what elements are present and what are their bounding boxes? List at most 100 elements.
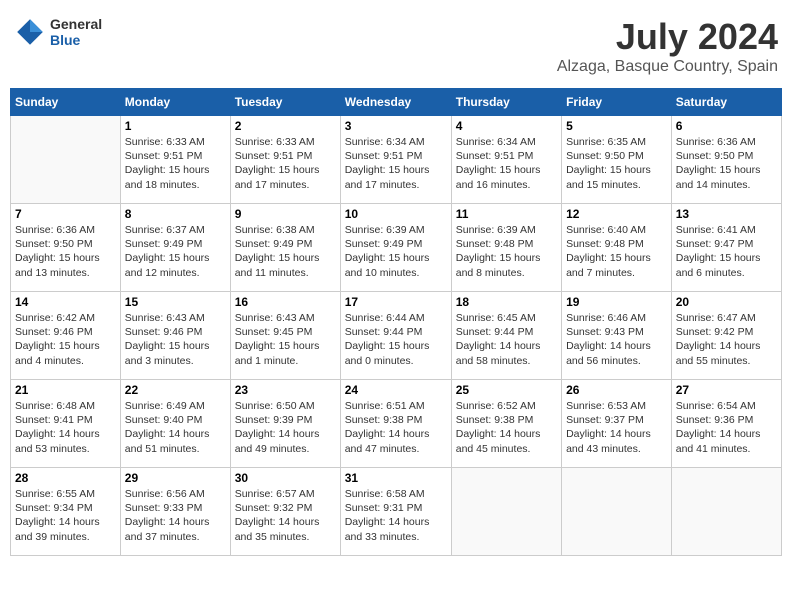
weekday-header-sunday: Sunday <box>11 89 121 116</box>
calendar-cell <box>562 468 672 556</box>
calendar-cell: 9 Sunrise: 6:38 AM Sunset: 9:49 PM Daylig… <box>230 204 340 292</box>
calendar-week-row: 14Sunrise: 6:42 AM Sunset: 9:46 PM Dayli… <box>11 292 782 380</box>
day-number: 7 <box>15 207 116 221</box>
weekday-header-friday: Friday <box>562 89 672 116</box>
day-number: 1 <box>125 119 226 133</box>
day-info: Sunrise: 6:38 AM Sunset: 9:49 PM Dayligh… <box>235 223 336 280</box>
day-number: 15 <box>125 295 226 309</box>
day-info: Sunrise: 6:52 AM Sunset: 9:38 PM Dayligh… <box>456 399 557 456</box>
calendar-cell: 4 Sunrise: 6:34 AM Sunset: 9:51 PM Daylig… <box>451 116 561 204</box>
day-info: Sunrise: 6:48 AM Sunset: 9:41 PM Dayligh… <box>15 399 116 456</box>
day-number: 23 <box>235 383 336 397</box>
calendar-cell: 15 Sunrise: 6:43 AM Sunset: 9:46 PM Dayli… <box>120 292 230 380</box>
day-number: 11 <box>456 207 557 221</box>
logo-icon <box>14 16 46 48</box>
day-info: Sunrise: 6:41 AM Sunset: 9:47 PM Dayligh… <box>676 223 777 280</box>
day-number: 30 <box>235 471 336 485</box>
day-info: Sunrise: 6:50 AM Sunset: 9:39 PM Dayligh… <box>235 399 336 456</box>
day-info: Sunrise: 6:47 AM Sunset: 9:42 PM Dayligh… <box>676 311 777 368</box>
day-number: 4 <box>456 119 557 133</box>
weekday-header-saturday: Saturday <box>671 89 781 116</box>
day-number: 6 <box>676 119 777 133</box>
day-info: Sunrise: 6:40 AM Sunset: 9:48 PM Dayligh… <box>566 223 667 280</box>
calendar-cell: 20 Sunrise: 6:47 AM Sunset: 9:42 PM Dayli… <box>671 292 781 380</box>
day-number: 18 <box>456 295 557 309</box>
day-number: 25 <box>456 383 557 397</box>
calendar-cell: 29 Sunrise: 6:56 AM Sunset: 9:33 PM Dayli… <box>120 468 230 556</box>
calendar-cell: 28 Sunrise: 6:55 AM Sunset: 9:34 PM Dayli… <box>11 468 121 556</box>
calendar-cell <box>11 116 121 204</box>
day-info: Sunrise: 6:43 AM Sunset: 9:45 PM Dayligh… <box>235 311 336 368</box>
day-number: 31 <box>345 471 447 485</box>
day-number: 22 <box>125 383 226 397</box>
logo: General Blue <box>14 16 102 48</box>
calendar-cell: 26 Sunrise: 6:53 AM Sunset: 9:37 PM Dayli… <box>562 380 672 468</box>
day-info: Sunrise: 6:45 AM Sunset: 9:44 PM Dayligh… <box>456 311 557 368</box>
day-number: 3 <box>345 119 447 133</box>
calendar-cell: 14Sunrise: 6:42 AM Sunset: 9:46 PM Dayli… <box>11 292 121 380</box>
day-number: 24 <box>345 383 447 397</box>
logo-general-text: General <box>50 16 102 32</box>
page-header: General Blue July 2024 Alzaga, Basque Co… <box>10 10 782 82</box>
calendar-cell: 2Sunrise: 6:33 AM Sunset: 9:51 PM Daylig… <box>230 116 340 204</box>
calendar-cell: 8Sunrise: 6:37 AM Sunset: 9:49 PM Daylig… <box>120 204 230 292</box>
calendar-cell: 21 Sunrise: 6:48 AM Sunset: 9:41 PM Dayli… <box>11 380 121 468</box>
weekday-header-monday: Monday <box>120 89 230 116</box>
calendar-week-row: 21 Sunrise: 6:48 AM Sunset: 9:41 PM Dayli… <box>11 380 782 468</box>
day-info: Sunrise: 6:33 AM Sunset: 9:51 PM Dayligh… <box>125 135 226 192</box>
day-number: 13 <box>676 207 777 221</box>
day-number: 27 <box>676 383 777 397</box>
location-title: Alzaga, Basque Country, Spain <box>557 58 778 76</box>
day-info: Sunrise: 6:36 AM Sunset: 9:50 PM Dayligh… <box>15 223 116 280</box>
calendar-cell: 1 Sunrise: 6:33 AM Sunset: 9:51 PM Daylig… <box>120 116 230 204</box>
calendar-cell: 27Sunrise: 6:54 AM Sunset: 9:36 PM Dayli… <box>671 380 781 468</box>
day-info: Sunrise: 6:57 AM Sunset: 9:32 PM Dayligh… <box>235 487 336 544</box>
calendar-cell: 10Sunrise: 6:39 AM Sunset: 9:49 PM Dayli… <box>340 204 451 292</box>
day-number: 5 <box>566 119 667 133</box>
day-number: 26 <box>566 383 667 397</box>
day-info: Sunrise: 6:39 AM Sunset: 9:48 PM Dayligh… <box>456 223 557 280</box>
calendar-cell: 5Sunrise: 6:35 AM Sunset: 9:50 PM Daylig… <box>562 116 672 204</box>
calendar-cell: 11 Sunrise: 6:39 AM Sunset: 9:48 PM Dayli… <box>451 204 561 292</box>
title-area: July 2024 Alzaga, Basque Country, Spain <box>557 16 778 76</box>
day-number: 2 <box>235 119 336 133</box>
day-info: Sunrise: 6:58 AM Sunset: 9:31 PM Dayligh… <box>345 487 447 544</box>
day-number: 20 <box>676 295 777 309</box>
day-number: 14 <box>15 295 116 309</box>
calendar-cell: 23 Sunrise: 6:50 AM Sunset: 9:39 PM Dayli… <box>230 380 340 468</box>
day-number: 10 <box>345 207 447 221</box>
day-info: Sunrise: 6:51 AM Sunset: 9:38 PM Dayligh… <box>345 399 447 456</box>
logo-blue-text: Blue <box>50 32 102 48</box>
day-info: Sunrise: 6:44 AM Sunset: 9:44 PM Dayligh… <box>345 311 447 368</box>
weekday-header-row: SundayMondayTuesdayWednesdayThursdayFrid… <box>11 89 782 116</box>
calendar-cell: 19Sunrise: 6:46 AM Sunset: 9:43 PM Dayli… <box>562 292 672 380</box>
weekday-header-thursday: Thursday <box>451 89 561 116</box>
day-number: 28 <box>15 471 116 485</box>
day-info: Sunrise: 6:55 AM Sunset: 9:34 PM Dayligh… <box>15 487 116 544</box>
day-info: Sunrise: 6:49 AM Sunset: 9:40 PM Dayligh… <box>125 399 226 456</box>
calendar-cell: 13 Sunrise: 6:41 AM Sunset: 9:47 PM Dayli… <box>671 204 781 292</box>
day-number: 12 <box>566 207 667 221</box>
calendar-cell: 12 Sunrise: 6:40 AM Sunset: 9:48 PM Dayli… <box>562 204 672 292</box>
calendar-cell: 24 Sunrise: 6:51 AM Sunset: 9:38 PM Dayli… <box>340 380 451 468</box>
day-info: Sunrise: 6:34 AM Sunset: 9:51 PM Dayligh… <box>345 135 447 192</box>
day-number: 21 <box>15 383 116 397</box>
calendar-cell: 31 Sunrise: 6:58 AM Sunset: 9:31 PM Dayli… <box>340 468 451 556</box>
day-number: 9 <box>235 207 336 221</box>
day-info: Sunrise: 6:56 AM Sunset: 9:33 PM Dayligh… <box>125 487 226 544</box>
weekday-header-wednesday: Wednesday <box>340 89 451 116</box>
calendar-cell: 25 Sunrise: 6:52 AM Sunset: 9:38 PM Dayli… <box>451 380 561 468</box>
day-number: 8 <box>125 207 226 221</box>
day-number: 29 <box>125 471 226 485</box>
calendar-week-row: 1 Sunrise: 6:33 AM Sunset: 9:51 PM Daylig… <box>11 116 782 204</box>
day-info: Sunrise: 6:34 AM Sunset: 9:51 PM Dayligh… <box>456 135 557 192</box>
day-number: 17 <box>345 295 447 309</box>
calendar-cell <box>671 468 781 556</box>
calendar-cell: 30 Sunrise: 6:57 AM Sunset: 9:32 PM Dayli… <box>230 468 340 556</box>
day-info: Sunrise: 6:43 AM Sunset: 9:46 PM Dayligh… <box>125 311 226 368</box>
weekday-header-tuesday: Tuesday <box>230 89 340 116</box>
day-info: Sunrise: 6:53 AM Sunset: 9:37 PM Dayligh… <box>566 399 667 456</box>
day-number: 19 <box>566 295 667 309</box>
calendar-cell: 17 Sunrise: 6:44 AM Sunset: 9:44 PM Dayli… <box>340 292 451 380</box>
calendar-cell: 16Sunrise: 6:43 AM Sunset: 9:45 PM Dayli… <box>230 292 340 380</box>
